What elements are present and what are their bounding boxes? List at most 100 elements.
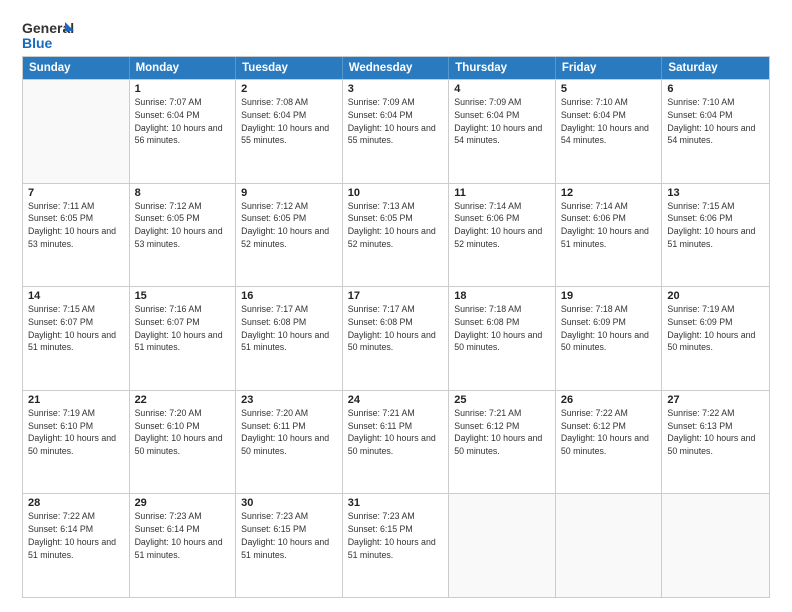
day-number: 11 <box>454 187 550 199</box>
day-number: 15 <box>135 290 231 302</box>
day-number: 4 <box>454 83 550 95</box>
calendar-cell: 1Sunrise: 7:07 AM Sunset: 6:04 PM Daylig… <box>130 80 237 183</box>
day-number: 14 <box>28 290 124 302</box>
day-number: 6 <box>667 83 764 95</box>
day-info: Sunrise: 7:12 AM Sunset: 6:05 PM Dayligh… <box>135 200 231 251</box>
calendar-cell: 27Sunrise: 7:22 AM Sunset: 6:13 PM Dayli… <box>662 391 769 494</box>
day-number: 22 <box>135 394 231 406</box>
day-number: 20 <box>667 290 764 302</box>
day-info: Sunrise: 7:08 AM Sunset: 6:04 PM Dayligh… <box>241 96 337 147</box>
day-info: Sunrise: 7:20 AM Sunset: 6:11 PM Dayligh… <box>241 407 337 458</box>
calendar-cell: 29Sunrise: 7:23 AM Sunset: 6:14 PM Dayli… <box>130 494 237 597</box>
calendar-cell: 31Sunrise: 7:23 AM Sunset: 6:15 PM Dayli… <box>343 494 450 597</box>
calendar-header-cell: Tuesday <box>236 57 343 79</box>
calendar-cell <box>449 494 556 597</box>
calendar-cell: 30Sunrise: 7:23 AM Sunset: 6:15 PM Dayli… <box>236 494 343 597</box>
calendar-row: 28Sunrise: 7:22 AM Sunset: 6:14 PM Dayli… <box>23 493 769 597</box>
calendar-cell: 4Sunrise: 7:09 AM Sunset: 6:04 PM Daylig… <box>449 80 556 183</box>
calendar-cell <box>556 494 663 597</box>
day-number: 1 <box>135 83 231 95</box>
calendar-cell: 20Sunrise: 7:19 AM Sunset: 6:09 PM Dayli… <box>662 287 769 390</box>
day-info: Sunrise: 7:09 AM Sunset: 6:04 PM Dayligh… <box>454 96 550 147</box>
day-info: Sunrise: 7:19 AM Sunset: 6:10 PM Dayligh… <box>28 407 124 458</box>
day-info: Sunrise: 7:17 AM Sunset: 6:08 PM Dayligh… <box>241 303 337 354</box>
day-number: 8 <box>135 187 231 199</box>
logo-svg: GeneralBlue <box>22 18 74 52</box>
day-info: Sunrise: 7:17 AM Sunset: 6:08 PM Dayligh… <box>348 303 444 354</box>
day-info: Sunrise: 7:10 AM Sunset: 6:04 PM Dayligh… <box>667 96 764 147</box>
calendar-cell: 25Sunrise: 7:21 AM Sunset: 6:12 PM Dayli… <box>449 391 556 494</box>
calendar-cell: 9Sunrise: 7:12 AM Sunset: 6:05 PM Daylig… <box>236 184 343 287</box>
calendar-cell: 24Sunrise: 7:21 AM Sunset: 6:11 PM Dayli… <box>343 391 450 494</box>
day-number: 26 <box>561 394 657 406</box>
calendar-header-cell: Thursday <box>449 57 556 79</box>
day-number: 23 <box>241 394 337 406</box>
svg-text:Blue: Blue <box>22 35 53 51</box>
day-number: 9 <box>241 187 337 199</box>
day-info: Sunrise: 7:15 AM Sunset: 6:07 PM Dayligh… <box>28 303 124 354</box>
day-number: 16 <box>241 290 337 302</box>
calendar-cell: 19Sunrise: 7:18 AM Sunset: 6:09 PM Dayli… <box>556 287 663 390</box>
calendar-body: 1Sunrise: 7:07 AM Sunset: 6:04 PM Daylig… <box>23 79 769 597</box>
calendar-cell: 12Sunrise: 7:14 AM Sunset: 6:06 PM Dayli… <box>556 184 663 287</box>
calendar-cell: 2Sunrise: 7:08 AM Sunset: 6:04 PM Daylig… <box>236 80 343 183</box>
calendar-cell: 6Sunrise: 7:10 AM Sunset: 6:04 PM Daylig… <box>662 80 769 183</box>
calendar-row: 14Sunrise: 7:15 AM Sunset: 6:07 PM Dayli… <box>23 286 769 390</box>
day-info: Sunrise: 7:14 AM Sunset: 6:06 PM Dayligh… <box>561 200 657 251</box>
day-info: Sunrise: 7:21 AM Sunset: 6:11 PM Dayligh… <box>348 407 444 458</box>
day-info: Sunrise: 7:16 AM Sunset: 6:07 PM Dayligh… <box>135 303 231 354</box>
day-info: Sunrise: 7:12 AM Sunset: 6:05 PM Dayligh… <box>241 200 337 251</box>
calendar-header-cell: Saturday <box>662 57 769 79</box>
calendar-row: 21Sunrise: 7:19 AM Sunset: 6:10 PM Dayli… <box>23 390 769 494</box>
calendar-cell: 16Sunrise: 7:17 AM Sunset: 6:08 PM Dayli… <box>236 287 343 390</box>
day-number: 18 <box>454 290 550 302</box>
calendar-row: 1Sunrise: 7:07 AM Sunset: 6:04 PM Daylig… <box>23 79 769 183</box>
day-number: 31 <box>348 497 444 509</box>
day-info: Sunrise: 7:10 AM Sunset: 6:04 PM Dayligh… <box>561 96 657 147</box>
calendar-header-cell: Monday <box>130 57 237 79</box>
calendar-cell: 10Sunrise: 7:13 AM Sunset: 6:05 PM Dayli… <box>343 184 450 287</box>
day-info: Sunrise: 7:09 AM Sunset: 6:04 PM Dayligh… <box>348 96 444 147</box>
day-info: Sunrise: 7:22 AM Sunset: 6:13 PM Dayligh… <box>667 407 764 458</box>
calendar-header-cell: Friday <box>556 57 663 79</box>
calendar-cell: 21Sunrise: 7:19 AM Sunset: 6:10 PM Dayli… <box>23 391 130 494</box>
day-number: 25 <box>454 394 550 406</box>
logo: GeneralBlue <box>22 18 74 52</box>
day-number: 29 <box>135 497 231 509</box>
day-number: 13 <box>667 187 764 199</box>
calendar-cell: 18Sunrise: 7:18 AM Sunset: 6:08 PM Dayli… <box>449 287 556 390</box>
day-number: 5 <box>561 83 657 95</box>
day-info: Sunrise: 7:15 AM Sunset: 6:06 PM Dayligh… <box>667 200 764 251</box>
day-number: 12 <box>561 187 657 199</box>
calendar-header: SundayMondayTuesdayWednesdayThursdayFrid… <box>23 57 769 79</box>
day-info: Sunrise: 7:23 AM Sunset: 6:15 PM Dayligh… <box>241 510 337 561</box>
calendar-cell: 8Sunrise: 7:12 AM Sunset: 6:05 PM Daylig… <box>130 184 237 287</box>
calendar-row: 7Sunrise: 7:11 AM Sunset: 6:05 PM Daylig… <box>23 183 769 287</box>
day-info: Sunrise: 7:23 AM Sunset: 6:14 PM Dayligh… <box>135 510 231 561</box>
calendar-cell: 15Sunrise: 7:16 AM Sunset: 6:07 PM Dayli… <box>130 287 237 390</box>
calendar-cell <box>23 80 130 183</box>
calendar-cell: 11Sunrise: 7:14 AM Sunset: 6:06 PM Dayli… <box>449 184 556 287</box>
calendar-cell: 17Sunrise: 7:17 AM Sunset: 6:08 PM Dayli… <box>343 287 450 390</box>
day-info: Sunrise: 7:22 AM Sunset: 6:14 PM Dayligh… <box>28 510 124 561</box>
day-number: 19 <box>561 290 657 302</box>
day-info: Sunrise: 7:23 AM Sunset: 6:15 PM Dayligh… <box>348 510 444 561</box>
day-number: 3 <box>348 83 444 95</box>
day-info: Sunrise: 7:20 AM Sunset: 6:10 PM Dayligh… <box>135 407 231 458</box>
day-info: Sunrise: 7:14 AM Sunset: 6:06 PM Dayligh… <box>454 200 550 251</box>
calendar-cell: 23Sunrise: 7:20 AM Sunset: 6:11 PM Dayli… <box>236 391 343 494</box>
calendar-cell: 7Sunrise: 7:11 AM Sunset: 6:05 PM Daylig… <box>23 184 130 287</box>
day-info: Sunrise: 7:11 AM Sunset: 6:05 PM Dayligh… <box>28 200 124 251</box>
calendar-cell: 26Sunrise: 7:22 AM Sunset: 6:12 PM Dayli… <box>556 391 663 494</box>
day-info: Sunrise: 7:21 AM Sunset: 6:12 PM Dayligh… <box>454 407 550 458</box>
calendar-cell: 14Sunrise: 7:15 AM Sunset: 6:07 PM Dayli… <box>23 287 130 390</box>
calendar-cell <box>662 494 769 597</box>
calendar-cell: 22Sunrise: 7:20 AM Sunset: 6:10 PM Dayli… <box>130 391 237 494</box>
calendar: SundayMondayTuesdayWednesdayThursdayFrid… <box>22 56 770 598</box>
day-number: 30 <box>241 497 337 509</box>
calendar-header-cell: Wednesday <box>343 57 450 79</box>
day-number: 17 <box>348 290 444 302</box>
calendar-cell: 3Sunrise: 7:09 AM Sunset: 6:04 PM Daylig… <box>343 80 450 183</box>
day-info: Sunrise: 7:22 AM Sunset: 6:12 PM Dayligh… <box>561 407 657 458</box>
day-number: 27 <box>667 394 764 406</box>
